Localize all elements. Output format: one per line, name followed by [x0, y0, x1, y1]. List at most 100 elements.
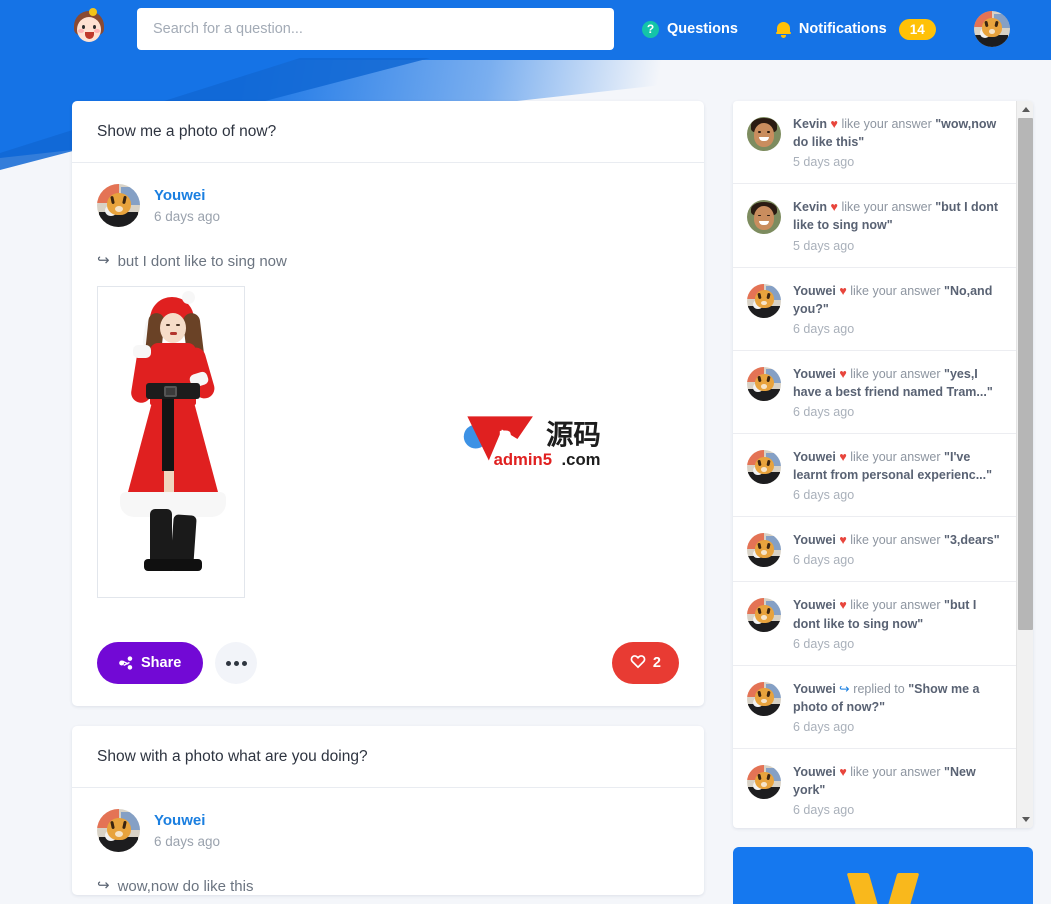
- notification-avatar[interactable]: [747, 598, 781, 633]
- notification-quote: "3,dears": [944, 533, 1000, 548]
- notification-body: Kevin ♥ like your answer "wow,now do lik…: [793, 115, 1004, 169]
- like-count: 2: [652, 655, 661, 671]
- answer-timestamp: 6 days ago: [154, 833, 221, 849]
- promo-card[interactable]: [733, 847, 1033, 904]
- notification-item[interactable]: Kevin ♥ like your answer "wow,now do lik…: [733, 101, 1016, 185]
- question-header: Show with a photo what are you doing?: [72, 726, 704, 788]
- share-icon: [119, 656, 133, 670]
- answer-actions: Share 2: [72, 620, 704, 706]
- dot-icon: [233, 660, 239, 666]
- nav-questions-label: Questions: [667, 21, 738, 37]
- notification-user: Youwei: [793, 533, 836, 548]
- scroll-down-button[interactable]: [1017, 811, 1033, 828]
- heart-icon: ♥: [830, 117, 838, 131]
- notification-text: Youwei ♥ like your answer "3,dears": [793, 531, 1000, 549]
- answer-photo[interactable]: [97, 286, 245, 598]
- author-name[interactable]: Youwei: [154, 812, 220, 831]
- svg-text:admin5: admin5: [494, 450, 552, 469]
- author-name[interactable]: Youwei: [154, 187, 220, 206]
- notification-avatar[interactable]: [747, 200, 781, 235]
- scrollbar-thumb[interactable]: [1018, 118, 1033, 630]
- like-button[interactable]: 2: [611, 642, 679, 684]
- girl-face-logo[interactable]: [69, 8, 109, 49]
- reply-arrow-icon: ↩: [97, 877, 110, 894]
- notification-time: 6 days ago: [793, 803, 855, 818]
- notification-avatar[interactable]: [747, 117, 781, 151]
- notification-avatar[interactable]: [747, 764, 781, 799]
- notification-time: 6 days ago: [793, 553, 855, 568]
- notification-avatar[interactable]: [747, 533, 781, 568]
- answer-body: Youwei 6 days ago ↩ wow,now do like this: [72, 788, 704, 895]
- notification-body: Youwei ♥ like your answer "I've learnt f…: [793, 448, 1004, 502]
- author-avatar[interactable]: [97, 184, 140, 227]
- notifications-scrollbar[interactable]: [1016, 101, 1033, 828]
- sidebar-column: Kevin ♥ like your answer "wow,now do lik…: [733, 101, 1033, 904]
- notification-body: Youwei ♥ like your answer "yes,I have a …: [793, 365, 1004, 419]
- more-options-button[interactable]: [215, 642, 258, 684]
- heart-icon: ♥: [839, 450, 847, 464]
- admin5-watermark: a 5 源码 admin5 .com: [463, 416, 601, 469]
- notification-action: like your answer: [841, 117, 932, 131]
- chevron-up-icon: [1021, 107, 1030, 112]
- notification-time: 6 days ago: [793, 321, 855, 336]
- heart-icon: ♥: [839, 598, 847, 613]
- reply-arrow-icon: ↩: [839, 681, 850, 696]
- notification-text: Youwei ♥ like your answer "but I dont li…: [793, 596, 1004, 632]
- notification-action: like your answer: [850, 283, 941, 298]
- notification-user: Youwei: [793, 598, 836, 613]
- scroll-up-button[interactable]: [1017, 101, 1033, 118]
- answer-author-row: Youwei 6 days ago: [97, 809, 679, 852]
- header-user-avatar[interactable]: [973, 11, 1010, 47]
- dot-icon: [241, 660, 247, 666]
- notification-body: Youwei ♥ like your answer "New york" 6 da…: [793, 763, 1004, 817]
- notification-text: Youwei ♥ like your answer "New york": [793, 763, 1004, 799]
- notification-avatar[interactable]: [747, 450, 781, 484]
- search-container: [137, 8, 614, 50]
- notification-item[interactable]: Kevin ♥ like your answer "but I dont lik…: [733, 184, 1016, 268]
- notification-text: Youwei ♥ like your answer "No,and you?": [793, 282, 1004, 318]
- author-info: Youwei 6 days ago: [154, 812, 220, 849]
- answer-author-row: Youwei 6 days ago: [97, 184, 679, 227]
- header-nav: ? Questions Notifications 14: [642, 11, 1010, 47]
- answer-photo-area: a 5 源码 admin5 .com: [97, 286, 679, 598]
- notification-item[interactable]: Youwei ♥ like your answer "3,dears" 6 day…: [733, 517, 1016, 583]
- notification-text: Youwei ♥ like your answer "I've learnt f…: [793, 448, 1004, 484]
- notification-item[interactable]: Youwei ↩ replied to "Show me a photo of …: [733, 666, 1016, 749]
- notification-item[interactable]: Youwei ♥ like your answer "but I dont li…: [733, 582, 1016, 666]
- notification-item[interactable]: Youwei ♥ like your answer "New york" 6 da…: [733, 749, 1016, 828]
- dot-icon: [225, 660, 231, 666]
- notification-text: Kevin ♥ like your answer "but I dont lik…: [793, 198, 1004, 234]
- answer-body: Youwei 6 days ago ↩ but I dont like to s…: [72, 163, 704, 598]
- notification-text: Kevin ♥ like your answer "wow,now do lik…: [793, 115, 1004, 151]
- notifications-list[interactable]: Kevin ♥ like your answer "wow,now do lik…: [733, 101, 1016, 828]
- svg-text:.com: .com: [562, 450, 601, 469]
- question-title[interactable]: Show me a photo of now?: [97, 123, 679, 141]
- author-avatar[interactable]: [97, 809, 140, 852]
- notification-avatar[interactable]: [747, 681, 781, 716]
- notification-item[interactable]: Youwei ♥ like your answer "yes,I have a …: [733, 351, 1016, 434]
- notification-time: 6 days ago: [793, 488, 855, 503]
- notification-avatar[interactable]: [747, 366, 781, 401]
- notification-avatar[interactable]: [747, 283, 781, 318]
- notification-user: Youwei: [793, 681, 836, 696]
- search-input[interactable]: [137, 8, 614, 50]
- share-button-label: Share: [141, 655, 182, 671]
- logo-hair-bun: [89, 8, 97, 16]
- notification-time: 6 days ago: [793, 719, 855, 734]
- feed-column: Show me a photo of now? Youwei 6 days ag…: [72, 101, 704, 904]
- nav-questions[interactable]: ? Questions: [642, 20, 738, 38]
- medal-icon: [845, 873, 921, 904]
- svg-text:源码: 源码: [546, 419, 601, 450]
- answer-text-row: ↩ but I dont like to sing now: [97, 252, 679, 270]
- notification-body: Youwei ↩ replied to "Show me a photo of …: [793, 680, 1004, 734]
- notification-item[interactable]: Youwei ♥ like your answer "I've learnt f…: [733, 434, 1016, 518]
- notification-item[interactable]: Youwei ♥ like your answer "No,and you?" 6…: [733, 268, 1016, 351]
- heart-icon: ♥: [839, 764, 847, 779]
- nav-notifications-label: Notifications: [798, 21, 887, 37]
- nav-notifications[interactable]: Notifications 14: [775, 18, 936, 40]
- notification-text: Youwei ♥ like your answer "yes,I have a …: [793, 365, 1004, 401]
- notification-action: like your answer: [850, 366, 941, 381]
- notification-body: Youwei ♥ like your answer "3,dears" 6 day…: [793, 531, 1000, 567]
- share-button[interactable]: Share: [97, 642, 204, 684]
- question-title[interactable]: Show with a photo what are you doing?: [97, 748, 679, 766]
